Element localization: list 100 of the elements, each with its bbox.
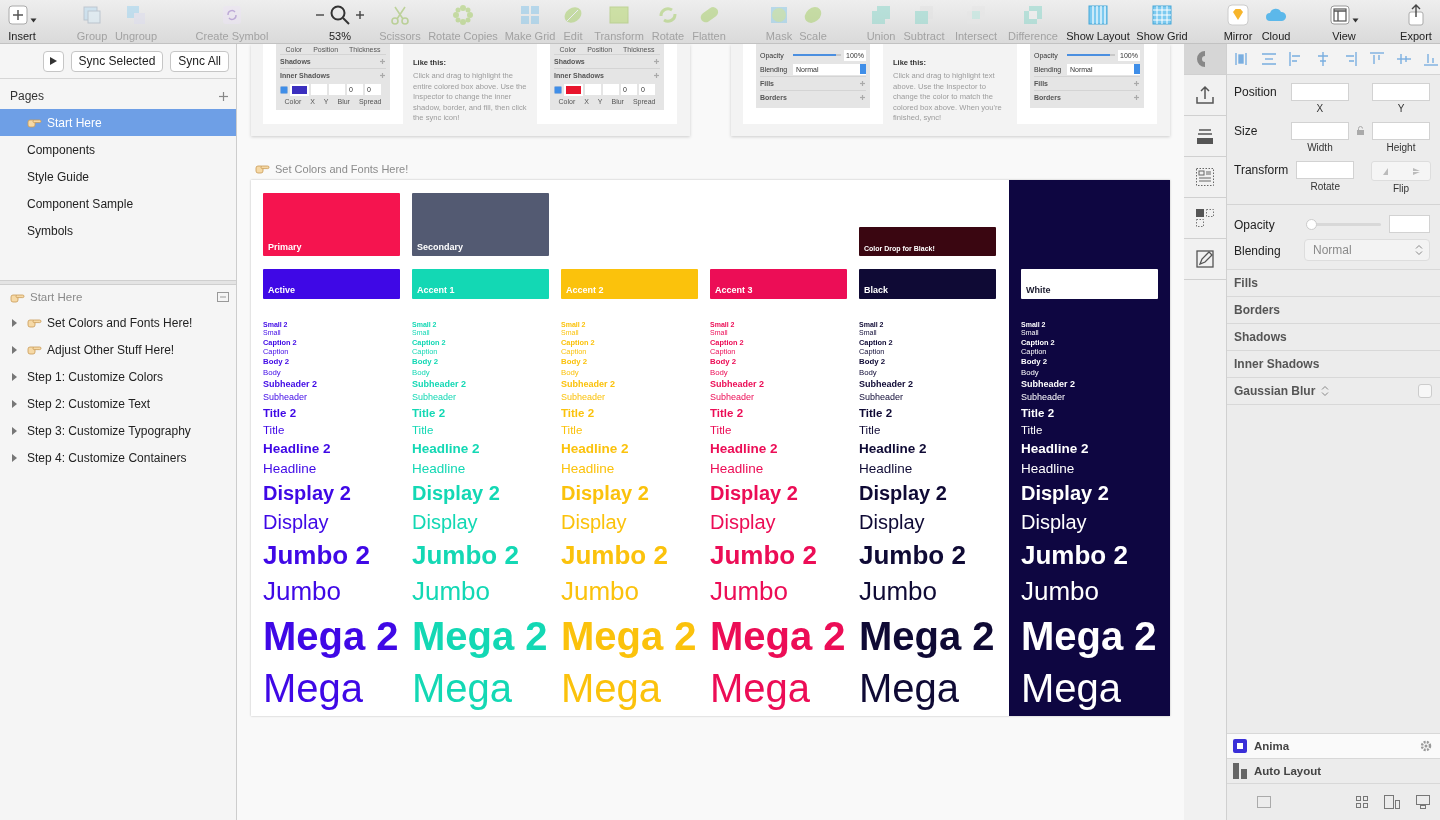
upload-icon[interactable] [1195,85,1215,105]
disclosure-triangle-icon[interactable] [10,318,18,327]
input-field[interactable] [1372,83,1430,101]
toolbar-button[interactable]: Show Grid [1133,0,1191,43]
window-icon[interactable] [1329,4,1351,26]
type-sample[interactable]: Mega 2 [710,609,847,662]
type-sample[interactable]: Headline 2 [710,438,847,459]
toolbar-button[interactable]: Mirror [1218,0,1258,43]
align-center-icon[interactable] [1315,51,1331,67]
input-field[interactable] [1290,122,1349,140]
page-item[interactable]: Components [0,136,236,163]
type-sample[interactable]: Mega [1021,661,1158,714]
type-sample[interactable]: Jumbo [263,573,400,610]
section-title[interactable]: Inner Shadows [1234,357,1320,371]
disclosure-triangle-icon[interactable] [10,426,18,435]
distribute-horizontal-icon[interactable] [1234,51,1250,67]
type-sample[interactable]: Display 2 [1021,478,1158,508]
page-item[interactable]: Component Sample [0,190,236,217]
type-sample[interactable]: Subheader [263,391,400,405]
caret-icon[interactable] [1352,17,1359,23]
stepper-icon[interactable] [1321,385,1330,397]
section-title[interactable]: Gaussian Blur [1234,384,1316,398]
type-sample[interactable]: Display 2 [859,478,996,508]
type-sample[interactable]: Title 2 [1021,404,1158,422]
input-field[interactable] [311,84,327,95]
type-sample[interactable]: Mega [859,661,996,714]
type-sample[interactable]: Display [263,507,400,537]
settings-icon[interactable] [1420,740,1432,752]
color-swatch[interactable]: Accent 3 [710,268,847,299]
color-swatch[interactable]: Active [263,268,400,299]
plus-icon[interactable] [7,4,29,26]
input-field[interactable] [585,84,601,95]
type-sample[interactable]: Title [1021,421,1158,439]
type-sample[interactable]: Headline 2 [1021,438,1158,459]
section-title[interactable]: Shadows [1234,330,1287,344]
type-sample[interactable]: Jumbo 2 [710,536,847,574]
type-sample[interactable]: Title [263,421,400,439]
checkbox[interactable] [280,85,288,94]
type-sample[interactable]: Subheader 2 [1021,377,1158,392]
type-sample[interactable]: Display 2 [263,478,400,508]
type-sample[interactable]: Jumbo [710,573,847,610]
page-item[interactable]: Style Guide [0,163,236,190]
type-sample[interactable]: Display 2 [710,478,847,508]
color-swatch[interactable] [564,83,583,96]
input-field[interactable] [603,84,619,95]
toolbar-button[interactable]: Show Layout [1063,0,1133,43]
type-sample[interactable]: Jumbo 2 [859,536,996,574]
type-sample[interactable]: Mega 2 [263,609,400,662]
type-sample[interactable]: Jumbo 2 [1021,536,1158,574]
edit-icon[interactable] [1195,249,1215,269]
layer-item[interactable]: Step 1: Customize Colors [0,363,236,390]
type-sample[interactable]: Subheader [1021,391,1158,405]
section-title[interactable]: Borders [1234,303,1280,317]
input-field[interactable] [329,84,345,95]
stepper-icon[interactable] [1415,244,1423,256]
page-item[interactable]: Symbols [0,217,236,244]
columns-icon[interactable] [1087,4,1109,26]
type-sample[interactable]: Subheader 2 [710,377,847,392]
sync-button[interactable]: Sync All [170,50,229,72]
type-sample[interactable]: Title 2 [710,404,847,422]
type-sample[interactable]: Jumbo [1021,573,1158,610]
type-sample[interactable]: Title [859,421,996,439]
grid-icon[interactable] [1356,796,1368,808]
disclosure-triangle-icon[interactable] [10,372,18,381]
type-sample[interactable]: Mega [263,661,400,714]
input-field[interactable] [1296,161,1355,179]
distribute-vertical-icon[interactable] [1261,51,1277,67]
caret-icon[interactable] [30,17,37,23]
color-swatch[interactable]: Black [859,268,996,299]
checkbox[interactable] [554,85,562,94]
color-swatch[interactable]: Primary [263,192,400,256]
devices-icon[interactable] [1416,795,1430,809]
color-swatch[interactable]: White [1021,268,1158,299]
toolbar-button[interactable]: Insert [2,0,42,43]
layer-item[interactable]: Adjust Other Stuff Here! [0,336,236,363]
plus-icon[interactable] [355,10,365,20]
list-icon[interactable] [1195,167,1215,187]
align-bottom-icon[interactable] [1423,51,1439,67]
input-field[interactable] [1372,122,1430,140]
type-sample[interactable]: Mega 2 [1021,609,1158,662]
play-button[interactable] [42,50,64,72]
lock-icon[interactable] [1356,126,1364,135]
upload-icon[interactable] [1405,4,1427,26]
layer-item[interactable]: Step 2: Customize Text [0,390,236,417]
color-swatch[interactable] [290,83,309,96]
play-icon[interactable] [49,57,57,65]
type-sample[interactable]: Headline 2 [263,438,400,459]
type-sample[interactable]: Display [859,507,996,537]
section-title[interactable]: Fills [1234,276,1258,290]
type-sample[interactable]: Jumbo 2 [263,536,400,574]
disclosure-triangle-icon[interactable] [10,345,18,354]
type-sample[interactable]: Headline [1021,458,1158,479]
checkbox[interactable] [1418,384,1432,398]
sync-button[interactable]: Sync Selected [70,50,164,72]
type-sample[interactable]: Subheader 2 [859,377,996,392]
flip-vertical-icon[interactable] [1410,166,1421,176]
type-sample[interactable]: Headline [263,458,400,479]
layer-item[interactable]: Set Colors and Fonts Here! [0,309,236,336]
type-sample[interactable]: Mega 2 [859,609,996,662]
type-sample[interactable]: Subheader [859,391,996,405]
